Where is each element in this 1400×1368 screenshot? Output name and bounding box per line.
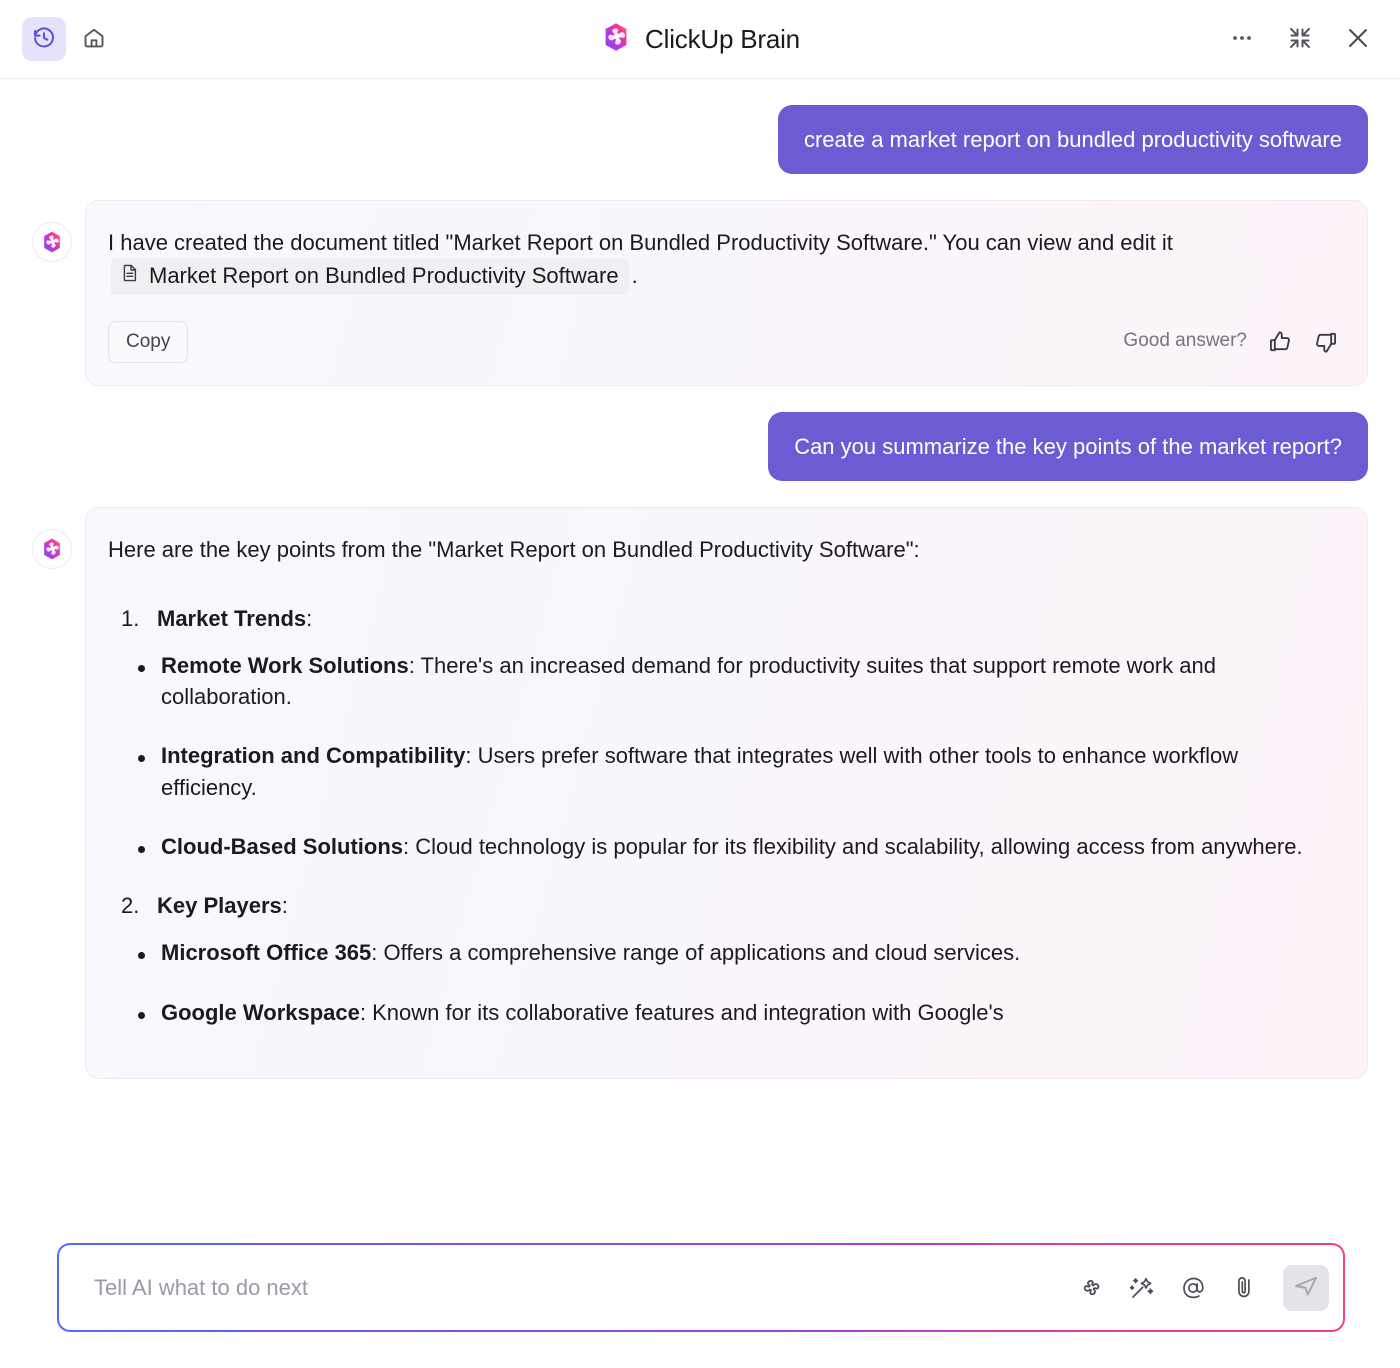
clickup-brain-window: ClickUp Brain create a market report on … — [0, 0, 1400, 1368]
history-button[interactable] — [22, 17, 66, 61]
document-link-chip[interactable]: Market Report on Bundled Productivity So… — [111, 258, 629, 295]
header-left-controls — [22, 17, 116, 61]
bullet-dot-icon — [138, 755, 145, 763]
ai-message-bubble: Here are the key points from the "Market… — [85, 506, 1368, 1079]
at-mention-icon[interactable] — [1176, 1271, 1210, 1305]
document-link-title: Market Report on Bundled Productivity So… — [149, 263, 619, 289]
header-right-controls — [1220, 17, 1380, 61]
clickup-brain-logo — [600, 21, 632, 58]
summary-section: 1. Market Trends: Remote Work Solutions:… — [108, 603, 1339, 862]
ellipsis-icon — [1229, 25, 1255, 54]
close-icon — [1345, 25, 1371, 54]
bullet-dot-icon — [138, 952, 145, 960]
page-title: ClickUp Brain — [0, 0, 1400, 78]
bullet-text: Integration and Compatibility: Users pre… — [161, 740, 1339, 802]
ai-text-after: . — [631, 263, 638, 289]
bullet-term: Remote Work Solutions — [161, 653, 409, 678]
bullet-dot-icon — [138, 845, 145, 853]
window-header: ClickUp Brain — [0, 0, 1400, 79]
list-item: Integration and Compatibility: Users pre… — [108, 740, 1339, 802]
bullet-term: Google Workspace — [161, 999, 360, 1025]
collapse-button[interactable] — [1278, 17, 1322, 61]
section-heading-suffix: : — [306, 605, 313, 631]
section-heading-text: Market Trends — [157, 605, 307, 631]
list-item-heading: Market Trends: — [157, 603, 1339, 634]
more-options-button[interactable] — [1220, 17, 1264, 61]
avatar — [32, 222, 72, 263]
user-message-bubble: Can you summarize the key points of the … — [768, 411, 1368, 481]
send-button[interactable] — [1283, 1264, 1329, 1311]
home-icon — [82, 26, 106, 53]
list-item: Remote Work Solutions: There's an increa… — [108, 650, 1339, 712]
ai-message-bubble: I have created the document titled "Mark… — [85, 200, 1368, 386]
message-row-user: Can you summarize the key points of the … — [32, 411, 1368, 481]
thumbs-down-icon[interactable] — [1313, 329, 1339, 355]
sub-bullet-list: Microsoft Office 365: Offers a comprehen… — [108, 937, 1339, 1027]
composer-container — [0, 1225, 1400, 1368]
ai-text-before: I have created the document titled "Mark… — [108, 230, 1173, 256]
list-item: 2. Key Players: — [108, 890, 1339, 921]
bullet-text: Google Workspace: Known for its collabor… — [161, 997, 1004, 1028]
history-clock-icon — [32, 26, 56, 53]
chat-input[interactable] — [94, 1245, 1074, 1330]
ai-message-text: I have created the document titled "Mark… — [108, 227, 1339, 295]
list-item: Microsoft Office 365: Offers a comprehen… — [108, 937, 1339, 968]
bullet-text: Microsoft Office 365: Offers a comprehen… — [161, 937, 1020, 968]
summary-section: 2. Key Players: Microsoft Office 365: Of… — [108, 890, 1339, 1028]
list-item: 1. Market Trends: — [108, 603, 1339, 634]
chat-scroll-area[interactable]: create a market report on bundled produc… — [0, 79, 1400, 1225]
list-item-number: 2. — [121, 893, 140, 919]
composer — [57, 1243, 1345, 1332]
message-row-ai: Here are the key points from the "Market… — [32, 506, 1368, 1079]
section-heading-suffix: : — [281, 893, 288, 919]
sub-bullet-list: Remote Work Solutions: There's an increa… — [108, 650, 1339, 862]
bullet-description: : Cloud technology is popular for its fl… — [403, 833, 1303, 859]
feedback-label: Good answer? — [1123, 330, 1247, 352]
bullet-dot-icon — [138, 665, 145, 672]
bullet-text: Cloud-Based Solutions: Cloud technology … — [161, 831, 1303, 862]
window-title-text: ClickUp Brain — [645, 23, 800, 54]
close-button[interactable] — [1336, 17, 1380, 61]
composer-toolbar — [1074, 1264, 1329, 1311]
avatar — [32, 528, 72, 569]
collapse-icon — [1288, 26, 1312, 53]
list-item-heading: Key Players: — [157, 890, 1339, 921]
ai-summary-intro: Here are the key points from the "Market… — [108, 536, 920, 562]
list-item: Google Workspace: Known for its collabor… — [108, 997, 1339, 1028]
user-message-bubble: create a market report on bundled produc… — [777, 105, 1368, 175]
paperclip-icon[interactable] — [1227, 1271, 1261, 1305]
ai-message-actions: Copy Good answer? — [108, 320, 1339, 363]
bullet-description: : Offers a comprehensive range of applic… — [371, 940, 1021, 966]
bullet-text: Remote Work Solutions: There's an increa… — [161, 650, 1339, 712]
bullet-dot-icon — [138, 1011, 145, 1019]
list-item-number: 1. — [121, 605, 140, 631]
copy-button[interactable]: Copy — [108, 320, 189, 363]
brain-outline-icon[interactable] — [1074, 1271, 1108, 1305]
document-icon — [120, 260, 140, 291]
list-item: Cloud-Based Solutions: Cloud technology … — [108, 831, 1339, 862]
magic-wand-icon[interactable] — [1125, 1271, 1159, 1305]
message-row-user: create a market report on bundled produc… — [32, 105, 1368, 175]
bullet-term: Microsoft Office 365 — [161, 940, 372, 966]
message-list: create a market report on bundled produc… — [32, 79, 1368, 1079]
home-button[interactable] — [72, 17, 116, 61]
send-arrow-icon — [1293, 1273, 1319, 1302]
thumbs-up-icon[interactable] — [1267, 329, 1293, 355]
feedback-controls: Good answer? — [1123, 328, 1339, 355]
summary-list: 1. Market Trends: Remote Work Solutions:… — [108, 603, 1339, 1028]
section-heading-text: Key Players — [157, 893, 282, 919]
bullet-term: Integration and Compatibility — [161, 743, 466, 769]
bullet-term: Cloud-Based Solutions — [161, 833, 403, 859]
bullet-description: : Known for its collaborative features a… — [359, 999, 1004, 1025]
message-row-ai: I have created the document titled "Mark… — [32, 200, 1368, 386]
